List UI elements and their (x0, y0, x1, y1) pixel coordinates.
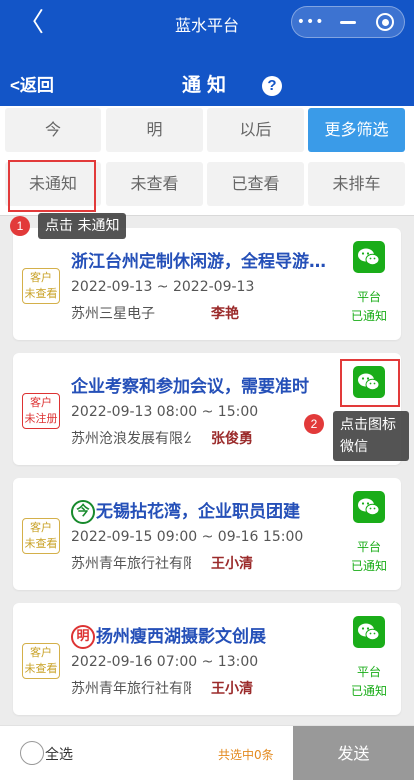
filter-later[interactable]: 以后 (207, 108, 304, 152)
wechat-icon[interactable] (353, 491, 385, 523)
more-menu-button[interactable]: ••• (292, 7, 329, 37)
wechat-icon[interactable] (353, 616, 385, 648)
help-icon[interactable]: ? (262, 76, 282, 96)
card-person: 张俊勇 (211, 431, 253, 447)
card-company: 苏州青年旅行社有限公司 (71, 681, 191, 697)
customer-status-tag: 客户 未查看 (22, 643, 60, 679)
customer-status-tag: 客户 未查看 (22, 268, 60, 304)
card-person: 王小清 (211, 681, 253, 697)
mini-program-capsule: ••• (291, 6, 405, 38)
hint-tooltip-2: 点击图标 微信 (333, 411, 409, 461)
tomorrow-badge: 明 (71, 625, 95, 649)
notice-card[interactable]: 客户 未查看 浙江台州定制休闲游，全程导游陪同 2022-09-13 ~ 202… (13, 228, 401, 340)
card-title: 企业考察和参加会议，需要准时 (71, 377, 309, 397)
target-icon (376, 13, 395, 31)
notify-status: 平台 已通知 (350, 290, 387, 323)
today-badge: 今 (71, 500, 95, 524)
page-navbar: <返回 通知 ? (0, 56, 414, 106)
page-title: 通知 (181, 74, 232, 96)
customer-status-tag: 客户 未查看 (22, 518, 60, 554)
filter-not-scheduled[interactable]: 未排车 (308, 162, 405, 206)
card-company: 苏州沧浪发展有限公司 (71, 431, 191, 447)
bottom-action-bar: 全选 共选中0条 发送 (0, 725, 414, 780)
selected-count: 共选中0条 (218, 748, 274, 762)
filter-tomorrow[interactable]: 明 (106, 108, 203, 152)
card-company: 苏州青年旅行社有限公司 (71, 556, 191, 572)
notify-status: 平台 已通知 (350, 665, 387, 698)
minimize-button[interactable] (329, 7, 366, 37)
more-dots-icon: ••• (296, 14, 325, 30)
card-company: 苏州三星电子 (71, 306, 155, 322)
card-person: 王小清 (211, 556, 253, 572)
close-button[interactable] (367, 7, 404, 37)
minimize-icon (339, 20, 356, 24)
step-badge-1: 1 (10, 216, 30, 236)
card-title: 明扬州瘦西湖摄影文创展 (71, 622, 333, 649)
card-date: 2022-09-16 07:00 ~ 13:00 (71, 654, 259, 670)
card-title: 浙江台州定制休闲游，全程导游陪同 (71, 252, 333, 272)
card-date: 2022-09-15 09:00 ~ 09-16 15:00 (71, 529, 304, 545)
step-badge-2: 2 (304, 414, 324, 434)
card-date: 2022-09-13 08:00 ~ 15:00 (71, 404, 259, 420)
wechat-icon[interactable] (353, 241, 385, 273)
more-filters-button[interactable]: 更多筛选 (308, 108, 405, 152)
filter-today[interactable]: 今 (5, 108, 101, 152)
highlight-wechat-icon (340, 359, 400, 407)
filter-viewed[interactable]: 已查看 (207, 162, 304, 206)
notice-card[interactable]: 客户 未查看 今无锡拈花湾，企业职员团建 2022-09-15 09:00 ~ … (13, 478, 401, 590)
app-header: 〈 蓝水平台 ••• (0, 0, 414, 56)
customer-status-tag: 客户 未注册 (22, 393, 60, 429)
filter-not-viewed[interactable]: 未查看 (106, 162, 203, 206)
notice-card[interactable]: 客户 未查看 明扬州瘦西湖摄影文创展 2022-09-16 07:00 ~ 13… (13, 603, 401, 715)
highlight-not-notified (8, 160, 96, 212)
card-date: 2022-09-13 ~ 2022-09-13 (71, 279, 255, 295)
select-all-radio[interactable] (20, 741, 44, 765)
hint-tooltip-1: 点击 未通知 (38, 213, 127, 239)
select-all-label[interactable]: 全选 (45, 744, 73, 764)
notify-status: 平台 已通知 (350, 540, 387, 573)
card-person: 李艳 (211, 306, 239, 322)
card-title: 今无锡拈花湾，企业职员团建 (71, 497, 333, 524)
send-button[interactable]: 发送 (293, 726, 414, 780)
